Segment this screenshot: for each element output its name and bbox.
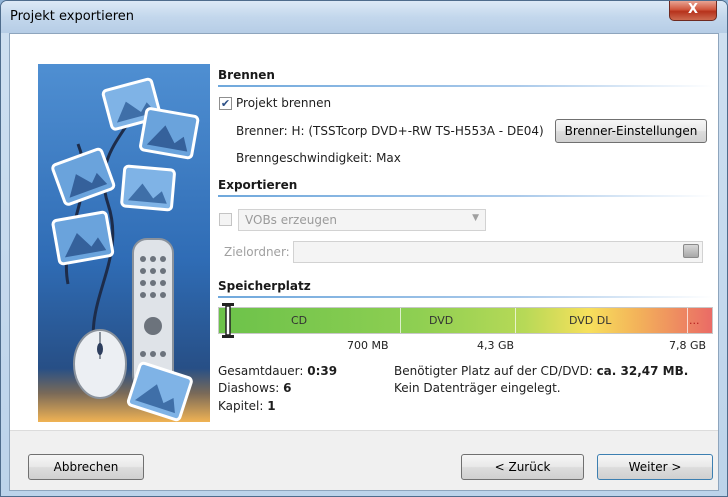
burn-speed-info: Brenngeschwindigkeit: Max bbox=[236, 151, 401, 165]
section-divider bbox=[218, 85, 713, 87]
bar-separator bbox=[515, 308, 516, 333]
chapter-count-label: Kapitel: bbox=[218, 399, 264, 413]
target-folder-label: Zielordner: bbox=[224, 245, 290, 259]
storage-bar: CD DVD DVD DL ... bbox=[218, 307, 713, 334]
disc-status: Kein Datenträger eingelegt. bbox=[394, 381, 561, 395]
target-folder-input[interactable] bbox=[293, 241, 703, 263]
content-area: Brennen ✔ Projekt brennen Brenner: H: (T… bbox=[10, 34, 718, 430]
chapter-count: Kapitel: 1 bbox=[218, 399, 276, 413]
cancel-button[interactable]: Abbrechen bbox=[28, 454, 144, 480]
next-button-label: Weiter > bbox=[628, 460, 682, 474]
side-illustration bbox=[38, 64, 210, 422]
window-title: Projekt exportieren bbox=[10, 9, 135, 24]
footer-divider bbox=[10, 430, 718, 431]
total-duration: Gesamtdauer: 0:39 bbox=[218, 364, 337, 378]
chapter-count-value: 1 bbox=[267, 399, 276, 413]
tick-label-700mb: 700 MB bbox=[347, 339, 389, 352]
burner-settings-button[interactable]: Brenner-Einstellungen bbox=[555, 119, 707, 143]
bar-separator bbox=[400, 308, 401, 333]
slideshow-count-value: 6 bbox=[283, 381, 292, 395]
needed-space-value: ca. 32,47 MB. bbox=[596, 364, 689, 378]
chevron-down-icon: ▼ bbox=[472, 213, 479, 223]
bar-separator bbox=[687, 308, 688, 333]
back-button[interactable]: < Zurück bbox=[461, 454, 584, 480]
section-title-brennen: Brennen bbox=[218, 68, 275, 82]
section-divider bbox=[218, 195, 713, 197]
tick-label-7-8gb: 7,8 GB bbox=[669, 339, 707, 352]
slideshow-count-label: Diashows: bbox=[218, 381, 280, 395]
total-duration-label: Gesamtdauer: bbox=[218, 364, 304, 378]
needed-space-label: Benötigter Platz auf der CD/DVD: bbox=[394, 364, 593, 378]
export-checkbox[interactable] bbox=[219, 213, 232, 226]
close-button[interactable]: X bbox=[669, 1, 717, 21]
needed-space: Benötigter Platz auf der CD/DVD: ca. 32,… bbox=[394, 364, 688, 378]
section-divider bbox=[218, 296, 713, 298]
slideshow-count: Diashows: 6 bbox=[218, 381, 291, 395]
tick-label-4-3gb: 4,3 GB bbox=[477, 339, 515, 352]
total-duration-value: 0:39 bbox=[307, 364, 338, 378]
bar-label-dvd-dl: DVD DL bbox=[569, 314, 612, 327]
section-title-speicherplatz: Speicherplatz bbox=[218, 279, 311, 293]
bar-label-cd: CD bbox=[291, 314, 308, 327]
usage-marker-icon bbox=[222, 303, 234, 338]
burn-project-checkbox[interactable]: ✔ bbox=[219, 97, 232, 110]
export-format-select[interactable]: VOBs erzeugen ▼ bbox=[238, 209, 486, 231]
title-bar[interactable]: Projekt exportieren X bbox=[1, 1, 727, 33]
dialog-client: Brennen ✔ Projekt brennen Brenner: H: (T… bbox=[9, 33, 719, 491]
bar-label-dvd: DVD bbox=[429, 314, 454, 327]
slideshow-illustration-icon bbox=[51, 77, 200, 422]
burn-project-label: Projekt brennen bbox=[236, 96, 332, 110]
dialog-window: Projekt exportieren X Brennen ✔ Projekt … bbox=[0, 0, 728, 497]
export-format-value: VOBs erzeugen bbox=[245, 213, 337, 227]
bar-label-overflow: ... bbox=[689, 314, 700, 327]
burner-info: Brenner: H: (TSSTcorp DVD+-RW TS-H553A -… bbox=[236, 124, 544, 138]
next-button[interactable]: Weiter > bbox=[597, 454, 713, 480]
section-title-exportieren: Exportieren bbox=[218, 178, 298, 192]
folder-browse-icon[interactable] bbox=[683, 244, 699, 258]
